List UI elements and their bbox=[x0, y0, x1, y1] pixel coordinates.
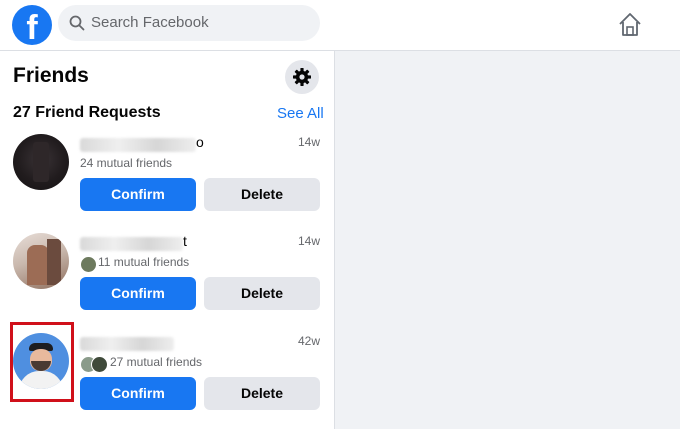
blurred-name[interactable] bbox=[80, 237, 183, 251]
mutual-friends[interactable]: 11 mutual friends bbox=[98, 255, 189, 269]
friend-request-item[interactable]: o 14w 24 mutual friends Confirm Delete bbox=[0, 133, 334, 229]
friends-sidebar: Friends 27 Friend Requests See All o 14w bbox=[0, 51, 335, 429]
facebook-logo[interactable]: f bbox=[12, 5, 52, 45]
friend-requests-count: 27 Friend Requests bbox=[13, 104, 161, 121]
confirm-button[interactable]: Confirm bbox=[80, 377, 196, 410]
see-all-link[interactable]: See All bbox=[277, 105, 324, 122]
request-time: 14w bbox=[297, 135, 320, 149]
delete-button[interactable]: Delete bbox=[204, 178, 320, 211]
avatar[interactable] bbox=[13, 333, 69, 389]
settings-button[interactable] bbox=[285, 60, 319, 94]
page-title: Friends bbox=[13, 64, 89, 87]
gear-icon bbox=[293, 68, 311, 86]
search-icon bbox=[69, 15, 85, 31]
home-icon bbox=[619, 13, 641, 36]
confirm-button[interactable]: Confirm bbox=[80, 277, 196, 310]
search-placeholder: Search Facebook bbox=[91, 14, 209, 31]
delete-button[interactable]: Delete bbox=[204, 277, 320, 310]
request-time: 14w bbox=[297, 234, 320, 248]
mutual-friend-avatars bbox=[80, 356, 108, 373]
avatar[interactable] bbox=[13, 134, 69, 190]
delete-button[interactable]: Delete bbox=[204, 377, 320, 410]
friend-request-item[interactable]: 42w 27 mutual friends Confirm Delete bbox=[0, 332, 334, 428]
name-tail: o bbox=[196, 134, 204, 150]
top-navigation-bar: f Search Facebook bbox=[0, 0, 680, 51]
avatar[interactable] bbox=[13, 233, 69, 289]
friend-request-item[interactable]: t 14w 11 mutual friends Confirm Delete bbox=[0, 232, 334, 328]
blurred-name[interactable] bbox=[80, 337, 174, 351]
blurred-name[interactable] bbox=[80, 138, 196, 152]
search-input[interactable]: Search Facebook bbox=[58, 5, 320, 41]
main-content-area bbox=[335, 51, 680, 429]
confirm-button[interactable]: Confirm bbox=[80, 178, 196, 211]
request-time: 42w bbox=[297, 334, 320, 348]
home-button[interactable] bbox=[612, 8, 648, 42]
name-tail: t bbox=[183, 233, 187, 249]
mutual-friends[interactable]: 24 mutual friends bbox=[80, 156, 172, 170]
mutual-friends[interactable]: 27 mutual friends bbox=[110, 355, 202, 369]
